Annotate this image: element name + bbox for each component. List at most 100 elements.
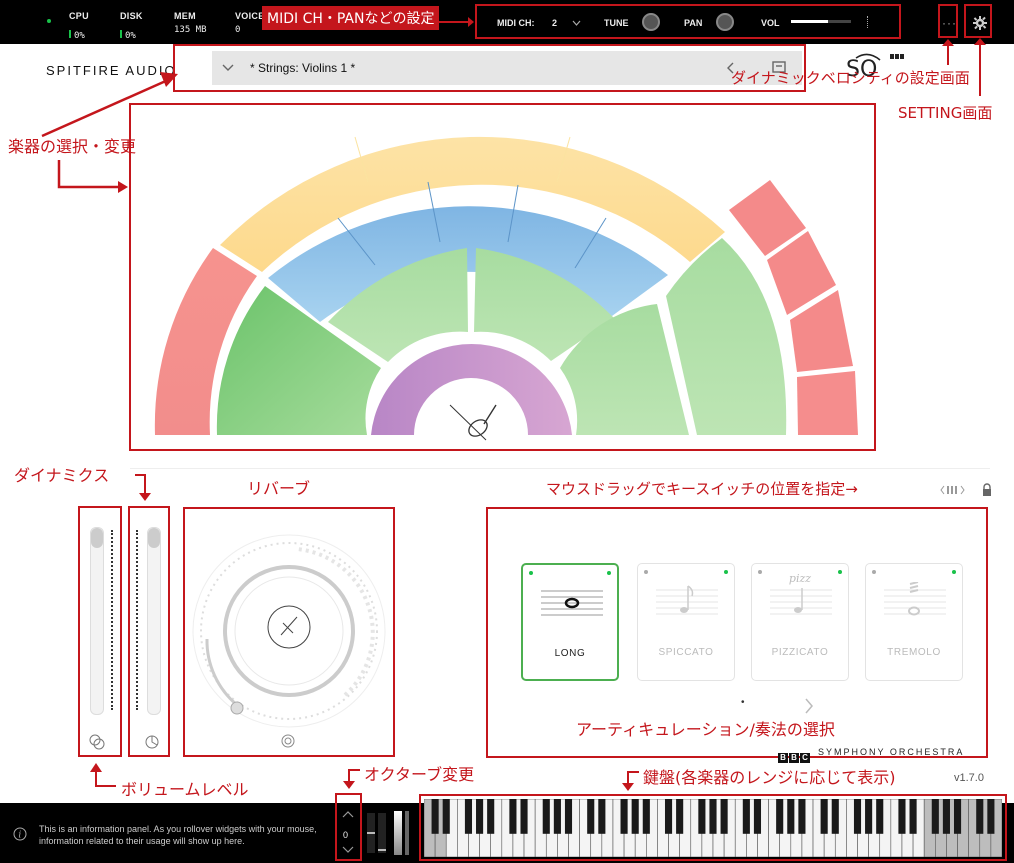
black-key[interactable] — [553, 799, 561, 834]
black-key[interactable] — [987, 799, 995, 834]
disk-label: DISK — [120, 11, 143, 21]
black-key[interactable] — [776, 799, 784, 834]
black-key[interactable] — [564, 799, 573, 834]
black-key[interactable] — [587, 799, 595, 834]
dynamics-meter — [111, 530, 114, 710]
black-key[interactable] — [876, 799, 884, 834]
articulation-annotation: アーティキュレーション/奏法の選択 — [576, 720, 835, 739]
arrow-down-icon — [343, 769, 360, 789]
piano-keyboard[interactable] — [424, 799, 1002, 857]
bbc-logo: BBC — [778, 747, 810, 765]
black-key[interactable] — [487, 799, 495, 834]
articulation-card-tremolo[interactable]: TREMOLO — [865, 563, 963, 681]
black-key[interactable] — [442, 799, 450, 834]
black-key[interactable] — [931, 799, 939, 834]
black-key[interactable] — [720, 799, 728, 834]
black-key[interactable] — [831, 799, 839, 834]
black-key[interactable] — [542, 799, 550, 834]
dynamics-icon — [89, 734, 105, 750]
quarter-note-icon — [770, 588, 832, 615]
octave-up-icon[interactable] — [341, 810, 355, 818]
lock-icon[interactable] — [982, 483, 992, 497]
black-key[interactable] — [631, 799, 639, 834]
black-key[interactable] — [753, 799, 762, 834]
status-dot — [529, 571, 533, 575]
disk-meter: 0% — [120, 25, 136, 43]
black-key[interactable] — [865, 799, 873, 834]
status-dot — [872, 570, 876, 574]
mem-value: 135 MB — [174, 25, 207, 35]
dynamics-slider-handle[interactable] — [91, 528, 103, 548]
expression-icon — [145, 735, 159, 749]
octave-annotation: オクターブ変更 — [364, 765, 475, 784]
tremolo-note-icon — [884, 582, 946, 616]
cpu-meter: 0% — [69, 25, 85, 43]
articulation-name: SPICCATO — [658, 647, 714, 658]
articulation-card-pizzicato[interactable]: pizz PIZZICATO — [751, 563, 849, 681]
articulation-card-spiccato[interactable]: SPICCATO — [637, 563, 735, 681]
black-key[interactable] — [976, 799, 984, 834]
articulation-card-long[interactable]: LONG — [521, 563, 619, 681]
black-key[interactable] — [742, 799, 750, 834]
volume-level-annotation: ボリュームレベル — [121, 780, 249, 799]
arrow-up-icon — [90, 763, 116, 787]
black-key[interactable] — [598, 799, 606, 834]
black-key[interactable] — [820, 799, 828, 834]
black-key[interactable] — [642, 799, 650, 834]
black-key[interactable] — [476, 799, 484, 834]
dynamics-annotation: ダイナミクス — [14, 466, 110, 485]
black-key[interactable] — [853, 799, 862, 834]
arrow-icon — [57, 160, 128, 193]
info-panel: This is an information panel. As you rol… — [39, 824, 317, 846]
black-key[interactable] — [464, 799, 473, 834]
dynamic-velocity-annotation: ダイナミックベロシティの設定画面 — [731, 69, 970, 87]
midi-settings-highlight — [475, 4, 901, 39]
next-page-icon[interactable] — [804, 698, 814, 714]
status-dot — [952, 570, 956, 574]
reverb-annotation: リバーブ — [247, 479, 311, 498]
black-key[interactable] — [909, 799, 917, 834]
black-key[interactable] — [431, 799, 439, 834]
expression-slider-handle[interactable] — [148, 528, 160, 548]
black-key[interactable] — [709, 799, 717, 834]
black-key[interactable] — [620, 799, 628, 834]
version-label: v1.7.0 — [954, 772, 984, 784]
black-key[interactable] — [787, 799, 795, 834]
mod-wheel[interactable] — [378, 813, 386, 853]
disk-value: 0% — [125, 31, 136, 41]
percussion-4-section[interactable] — [797, 371, 858, 435]
keyswitch-icon[interactable] — [940, 484, 966, 496]
harp-section[interactable] — [371, 344, 572, 435]
black-key[interactable] — [676, 799, 684, 834]
black-key[interactable] — [898, 799, 906, 834]
status-dot — [644, 570, 648, 574]
articulation-name: LONG — [554, 648, 586, 659]
midi-annotation: MIDI CH・PANなどの設定 — [262, 6, 440, 30]
black-key[interactable] — [942, 799, 950, 834]
divider — [130, 468, 990, 469]
cpu-value: 0% — [74, 31, 85, 41]
svg-text:i: i — [18, 831, 21, 841]
instrument-map[interactable] — [131, 105, 874, 449]
black-key[interactable] — [698, 799, 706, 834]
keyboard-annotation: 鍵盤(各楽器のレンジに応じて表示) — [643, 768, 896, 787]
black-key[interactable] — [953, 799, 962, 834]
violin-icon — [449, 404, 497, 441]
mem-label: MEM — [174, 11, 196, 21]
status-dot — [724, 570, 728, 574]
octave-down-icon[interactable] — [341, 846, 355, 854]
dynamic-velocity-highlight — [938, 4, 958, 38]
dynamics-slider[interactable] — [90, 527, 104, 715]
orchestra-name: SYMPHONY ORCHESTRA — [818, 747, 965, 757]
basses-section[interactable] — [666, 238, 787, 435]
expression-slider[interactable] — [147, 527, 161, 715]
status-dot — [47, 19, 51, 23]
black-key[interactable] — [509, 799, 517, 834]
black-key[interactable] — [664, 799, 673, 834]
black-key[interactable] — [798, 799, 806, 834]
eighth-note-icon — [656, 585, 718, 615]
reverb-knob[interactable] — [185, 509, 393, 755]
pitch-wheel[interactable] — [367, 813, 375, 853]
black-key[interactable] — [520, 799, 528, 834]
preset-highlight — [173, 44, 806, 92]
